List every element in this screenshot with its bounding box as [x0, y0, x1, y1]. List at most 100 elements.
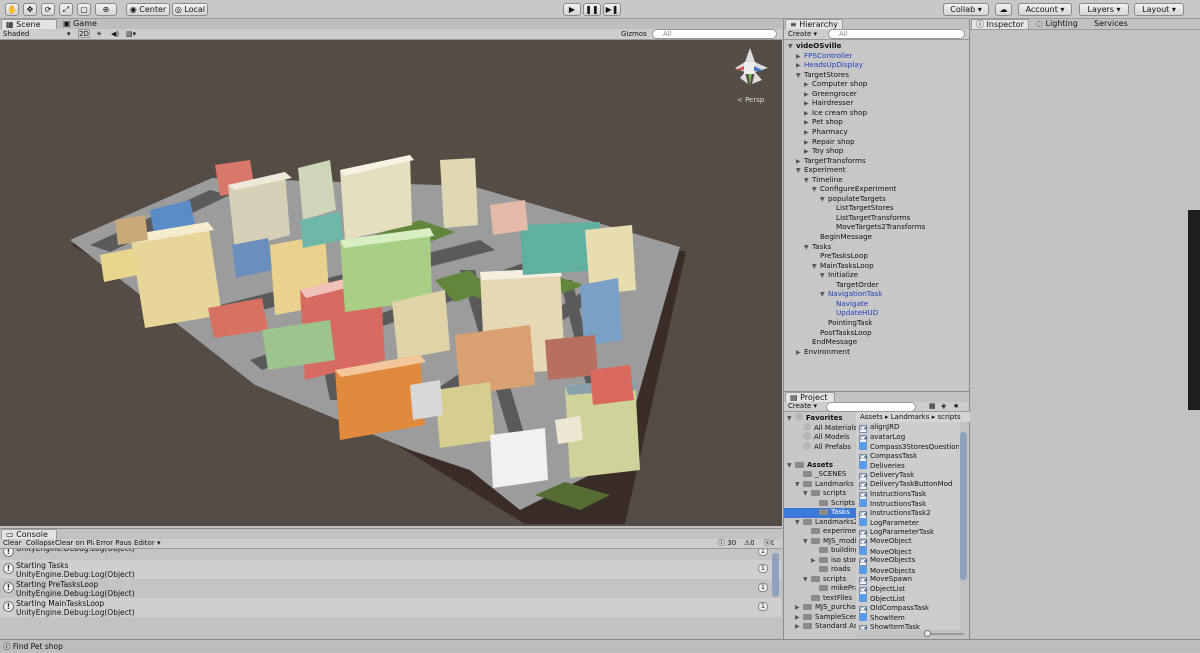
scene-viewport[interactable]: < Persp: [0, 40, 782, 526]
hierarchy-item[interactable]: ListTargetTransforms: [828, 213, 968, 223]
project-folder-item[interactable]: All Models: [784, 432, 856, 442]
console-message-count[interactable]: ⓘ 30: [718, 539, 740, 548]
tab-scene[interactable]: ▦ Scene: [1, 19, 57, 29]
console-error-pause-button[interactable]: Error Pause: [96, 539, 132, 548]
project-file-item[interactable]: ObjectList: [859, 594, 959, 604]
hierarchy-item[interactable]: ▼ populateTargets: [820, 194, 968, 204]
project-folder-item[interactable]: All Materials: [784, 422, 856, 433]
hierarchy-item[interactable]: ▼ Experiment: [796, 165, 968, 175]
hierarchy-item[interactable]: ▶ Environment: [796, 347, 968, 357]
expand-down-icon[interactable]: ▼: [795, 518, 803, 528]
project-file-item[interactable]: Deliveries: [859, 461, 959, 471]
project-file-item[interactable]: C# InstructionsTask: [859, 490, 959, 499]
expand-down-icon[interactable]: ▼: [803, 489, 811, 499]
project-file-item[interactable]: LogParameter: [859, 518, 959, 528]
effects-dropdown-icon[interactable]: ▧▾: [126, 30, 144, 39]
error-filter-icon[interactable]: ⓧ0: [764, 539, 774, 548]
expand-down-icon[interactable]: ▼: [820, 195, 828, 204]
console-log-entry[interactable]: ! Starting Tasks UnityEngine.Debug:Log(Obj…: [0, 560, 781, 579]
project-file-item[interactable]: C# MoveSpawn: [859, 575, 959, 585]
hierarchy-item[interactable]: ▼ ConfigureExperiment: [812, 184, 968, 194]
hierarchy-item[interactable]: ▶ Greengrocer: [804, 89, 968, 99]
rotate-tool-icon[interactable]: ⟳: [41, 3, 55, 16]
step-button[interactable]: ▶❚: [603, 3, 621, 16]
tab-game[interactable]: ▣ Game: [59, 19, 109, 29]
hierarchy-item[interactable]: ▶ TargetTransforms: [796, 156, 968, 166]
hierarchy-item[interactable]: ▶ Pharmacy: [804, 127, 968, 137]
persp-label[interactable]: < Persp: [737, 96, 765, 104]
console-scrollbar[interactable]: [772, 553, 779, 597]
project-folder-item[interactable]: ▼ Landmarks20: [784, 518, 856, 528]
expand-right-icon[interactable]: ▶: [804, 99, 812, 108]
expand-right-icon[interactable]: ▶: [804, 147, 812, 156]
expand-down-icon[interactable]: ▼: [812, 185, 820, 194]
expand-down-icon[interactable]: ▼: [820, 271, 828, 280]
hierarchy-item[interactable]: ▶ Hairdresser: [804, 98, 968, 108]
hierarchy-item[interactable]: TargetOrder: [828, 280, 968, 290]
tab-hierarchy[interactable]: ≡ Hierarchy: [785, 19, 843, 29]
expand-right-icon[interactable]: ▶: [804, 90, 812, 99]
project-folder-item[interactable]: ▶ MJS_purchase: [784, 603, 856, 613]
expand-right-icon[interactable]: ▶: [795, 613, 803, 623]
console-editor-dropdown[interactable]: Editor ▾: [134, 539, 162, 548]
hierarchy-item[interactable]: MoveTargets2Transforms: [828, 222, 968, 232]
project-file-item[interactable]: C# OldCompassTask: [859, 604, 959, 613]
console-clear-on-play-button[interactable]: Clear on Play: [55, 539, 94, 548]
project-folder-item[interactable]: Tasks: [784, 508, 856, 518]
project-create-dropdown[interactable]: Create ▾: [788, 402, 822, 411]
hierarchy-item[interactable]: ▶ Repair shop: [804, 137, 968, 147]
project-file-item[interactable]: Compass3StoresQuestion: [859, 442, 959, 452]
project-folder-item[interactable]: All Prefabs: [784, 441, 856, 452]
project-folder-item[interactable]: ▶ iso store: [784, 556, 856, 566]
project-folder-item[interactable]: ▼ Landmarks: [784, 480, 856, 490]
expand-right-icon[interactable]: ▶: [795, 622, 803, 632]
move-tool-icon[interactable]: ✥: [23, 3, 37, 16]
console-collapse-button[interactable]: Collapse: [26, 539, 54, 548]
hierarchy-item[interactable]: ▶ Computer shop: [804, 79, 968, 89]
project-folder-item[interactable]: ▶ SampleScenes: [784, 613, 856, 623]
project-folder-item[interactable]: roads: [784, 565, 856, 575]
hierarchy-item[interactable]: ▼ TargetStores: [796, 70, 968, 80]
project-file-item[interactable]: C# CompassTask: [859, 452, 959, 461]
hierarchy-item[interactable]: ▼ Tasks: [804, 242, 968, 252]
project-file-item[interactable]: C# LogParameterTask: [859, 528, 959, 537]
project-file-item[interactable]: C# ObjectList: [859, 585, 959, 594]
filter-type-icon[interactable]: ▦: [929, 402, 938, 411]
project-file-item[interactable]: C# MoveObjects: [859, 556, 959, 566]
expand-right-icon[interactable]: ▶: [804, 80, 812, 89]
project-folder-item[interactable]: _SCENES: [784, 470, 856, 480]
view-gizmo[interactable]: [735, 48, 768, 85]
space-toggle[interactable]: ◎ Local: [172, 3, 208, 16]
hierarchy-item[interactable]: ▼ NavigationTask: [820, 289, 968, 299]
hierarchy-item[interactable]: ▼ Timeline: [804, 175, 968, 185]
hierarchy-item[interactable]: ▶ Ice cream shop: [804, 108, 968, 118]
hierarchy-item[interactable]: Navigate: [828, 299, 968, 309]
expand-down-icon[interactable]: ▼: [787, 414, 795, 423]
hierarchy-item[interactable]: ▼ videOSville: [788, 41, 968, 51]
project-file-item[interactable]: C# DeliveryTaskButtonMod: [859, 480, 959, 490]
hierarchy-item[interactable]: BeginMessage: [812, 232, 968, 242]
expand-right-icon[interactable]: ▶: [804, 128, 812, 137]
hierarchy-create-dropdown[interactable]: Create ▾: [788, 30, 822, 39]
expand-right-icon[interactable]: ▶: [796, 348, 804, 357]
expand-down-icon[interactable]: ▼: [803, 537, 811, 547]
cloud-button[interactable]: ☁: [995, 3, 1012, 16]
play-button[interactable]: ▶: [563, 3, 581, 16]
transform-tool-icon[interactable]: ⊕: [95, 3, 117, 16]
expand-down-icon[interactable]: ▼: [796, 71, 804, 80]
tab-project[interactable]: ▤ Project: [785, 392, 835, 402]
project-file-item[interactable]: MoveObject: [859, 546, 959, 557]
shading-dropdown[interactable]: Shaded ▾: [3, 30, 73, 39]
expand-down-icon[interactable]: ▼: [795, 480, 803, 490]
collab-dropdown[interactable]: Collab ▾: [943, 3, 989, 16]
project-file-item[interactable]: ShowItem: [859, 613, 959, 623]
audio-toggle-icon[interactable]: ◀): [111, 30, 121, 39]
hierarchy-item[interactable]: PointingTask: [820, 318, 968, 328]
console-clear-button[interactable]: Clear: [3, 539, 23, 548]
project-scrollbar[interactable]: [960, 432, 967, 580]
project-search-input[interactable]: [826, 402, 916, 412]
project-folder-item[interactable]: ▶ Standard Ass: [784, 622, 856, 632]
hierarchy-item[interactable]: ▶ HeadsUpDisplay: [796, 60, 968, 70]
zoom-slider-handle[interactable]: [924, 630, 931, 637]
warning-filter-icon[interactable]: ⚠0: [744, 539, 754, 548]
